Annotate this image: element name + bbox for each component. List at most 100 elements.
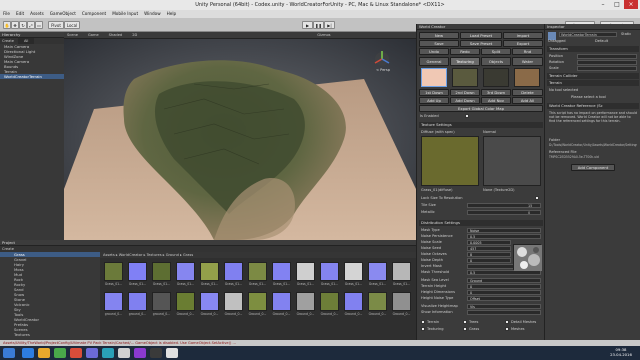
asset-thumbnail[interactable]: [224, 292, 243, 311]
add-component-button[interactable]: Add Component: [571, 164, 615, 171]
asset-thumbnail[interactable]: [320, 262, 339, 281]
rnd-button[interactable]: Rnd: [512, 48, 543, 55]
asset-thumbnail[interactable]: [200, 262, 219, 281]
normal-texture-slot[interactable]: [483, 136, 541, 186]
inspector-tab[interactable]: Inspector: [545, 24, 640, 30]
rotate-tool-icon[interactable]: ↻: [19, 21, 27, 29]
setting-field[interactable]: 0.5: [467, 234, 541, 239]
asset-thumbnail[interactable]: [128, 262, 147, 281]
new-button[interactable]: New: [419, 32, 459, 39]
asset-thumbnail[interactable]: [152, 262, 171, 281]
tile-size-field[interactable]: 15: [467, 203, 541, 208]
world-creator-tab[interactable]: World Creator: [417, 24, 544, 30]
asset-thumbnail[interactable]: [176, 262, 195, 281]
breadcrumb[interactable]: Assets ▸ WorldCreator ▸ Textures ▸ Groun…: [100, 252, 416, 258]
layer-dropdown[interactable]: Default: [595, 39, 608, 43]
asset-thumbnail[interactable]: [296, 262, 315, 281]
split-button[interactable]: Split: [481, 48, 511, 55]
transform-header[interactable]: Transform: [547, 46, 639, 52]
asset-thumbnail[interactable]: [272, 292, 291, 311]
setting-field[interactable]: 0.0005: [467, 240, 511, 245]
start-icon[interactable]: [3, 348, 15, 358]
scale-fields[interactable]: [577, 66, 637, 71]
texture-layer-swatch[interactable]: [452, 68, 478, 87]
menu-assets[interactable]: Assets: [30, 10, 44, 18]
layer-btn[interactable]: Add Nov: [481, 97, 511, 104]
layer-btn[interactable]: Add All: [512, 97, 543, 104]
local-button[interactable]: Local: [64, 21, 80, 29]
asset-thumbnail[interactable]: [296, 292, 315, 311]
menu-component[interactable]: Component: [82, 10, 106, 18]
menu-file[interactable]: File: [3, 10, 10, 18]
taskbar-app-icon[interactable]: [54, 348, 66, 358]
setting-field[interactable]: Offset: [467, 296, 541, 301]
step-button[interactable]: ▶|: [324, 21, 335, 29]
taskbar-app-icon[interactable]: [118, 348, 130, 358]
scene-view[interactable]: Scene Game Shaded 2D Gizmos < Persp: [64, 32, 416, 240]
menu-gameobject[interactable]: GameObject: [50, 10, 76, 18]
asset-thumbnail[interactable]: [152, 292, 171, 311]
lock-size-checkbox[interactable]: [535, 196, 539, 200]
hierarchy-item-selected[interactable]: WorldCreatorTerrain: [0, 74, 64, 79]
asset-thumbnail[interactable]: [224, 262, 243, 281]
setting-field[interactable]: 8: [467, 252, 511, 257]
asset-thumbnail[interactable]: [200, 292, 219, 311]
texture-layer-swatch[interactable]: [421, 68, 447, 87]
tab-general[interactable]: General: [419, 57, 449, 66]
load-preset-button[interactable]: Load Preset: [460, 32, 502, 39]
asset-thumbnail[interactable]: [320, 292, 339, 311]
hand-tool-icon[interactable]: ✋: [3, 21, 11, 29]
tab-objects[interactable]: Objects: [481, 57, 511, 66]
taskbar-app-icon[interactable]: [150, 348, 162, 358]
2d-toggle[interactable]: 2D: [132, 32, 137, 38]
maximize-button[interactable]: □: [610, 0, 624, 9]
asset-thumbnail[interactable]: [344, 262, 363, 281]
asset-thumbnail[interactable]: [392, 292, 411, 311]
move-tool-icon[interactable]: ✥: [11, 21, 19, 29]
tag-dropdown[interactable]: Untagged: [548, 39, 566, 43]
texture-layer-swatch[interactable]: [514, 68, 540, 87]
scene-tab[interactable]: Scene: [67, 32, 78, 38]
undo-button[interactable]: Undo: [419, 48, 449, 55]
menu-edit[interactable]: Edit: [16, 10, 24, 18]
asset-thumbnail[interactable]: [104, 292, 123, 311]
asset-thumbnail[interactable]: [248, 292, 267, 311]
export-button[interactable]: Export: [503, 40, 543, 47]
taskbar-app-icon[interactable]: [70, 348, 82, 358]
setting-field[interactable]: Vis: [467, 304, 541, 309]
menu-help[interactable]: Help: [167, 10, 177, 18]
redo-button[interactable]: Redo: [450, 48, 480, 55]
rect-tool-icon[interactable]: ▭: [35, 21, 43, 29]
rotation-fields[interactable]: [577, 60, 637, 65]
asset-thumbnail[interactable]: [368, 262, 387, 281]
distribution-settings-header[interactable]: Distribution Settings: [419, 220, 543, 226]
taskbar-app-icon[interactable]: [38, 348, 50, 358]
folder-item[interactable]: Textures: [0, 332, 100, 337]
game-tab[interactable]: Game: [88, 32, 99, 38]
pause-button[interactable]: ❚❚: [313, 21, 324, 29]
wc-reference-header[interactable]: World Creator Reference (Sc: [547, 103, 639, 109]
taskbar-app-icon[interactable]: [166, 348, 178, 358]
taskbar-app-icon[interactable]: [134, 348, 146, 358]
object-name-field[interactable]: WorldCreatorTerrain: [559, 32, 617, 37]
taskbar-app-icon[interactable]: [22, 348, 34, 358]
layer-btn[interactable]: Add Down: [450, 97, 480, 104]
menu-window[interactable]: Window: [144, 10, 161, 18]
taskbar-app-icon[interactable]: [86, 348, 98, 358]
setting-field[interactable]: Ground: [467, 278, 541, 283]
gizmos-dropdown[interactable]: Gizmos: [317, 32, 330, 38]
pivot-button[interactable]: Pivot: [48, 21, 64, 29]
static-label[interactable]: Static: [621, 32, 631, 36]
terrain-collider-header[interactable]: Terrain Collider: [547, 73, 639, 79]
close-button[interactable]: ×: [624, 0, 638, 9]
asset-thumbnail[interactable]: [344, 292, 363, 311]
layer-btn[interactable]: 2nd Down: [450, 89, 480, 96]
layer-btn[interactable]: 1st Down: [419, 89, 449, 96]
save-button[interactable]: Save: [419, 40, 459, 47]
asset-thumbnail[interactable]: [248, 262, 267, 281]
asset-thumbnail[interactable]: [104, 262, 123, 281]
asset-thumbnail[interactable]: [272, 262, 291, 281]
generate-checkbox[interactable]: [421, 320, 425, 324]
setting-field[interactable]: Noise: [467, 228, 541, 233]
generate-checkbox[interactable]: [505, 327, 509, 331]
